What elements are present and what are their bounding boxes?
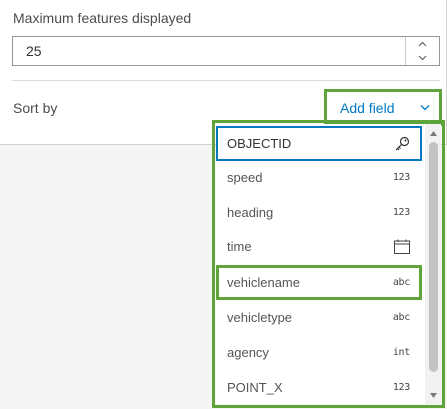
field-name: OBJECTID (227, 136, 292, 151)
add-field-label: Add field (340, 99, 395, 116)
calendar-icon (394, 239, 410, 254)
field-item-heading[interactable]: heading 123 (216, 195, 422, 230)
triangle-down-icon (429, 392, 437, 398)
key-icon (394, 136, 410, 152)
add-field-button[interactable]: Add field (329, 93, 438, 122)
number-type-icon: 123 (392, 172, 410, 183)
max-features-label: Maximum features displayed (13, 10, 192, 26)
dropdown-scrollbar[interactable] (425, 124, 441, 404)
scroll-up-arrow[interactable] (425, 126, 441, 140)
field-item-point-x[interactable]: POINT_X 123 (216, 370, 422, 404)
field-item-speed[interactable]: speed 123 (216, 160, 422, 195)
section-divider (12, 80, 440, 81)
field-name: vehicletype (227, 310, 293, 325)
field-name: agency (227, 345, 269, 360)
max-features-stepper[interactable] (405, 37, 439, 65)
sort-by-label: Sort by (13, 100, 58, 116)
string-type-icon: abc (392, 277, 410, 288)
triangle-up-icon (429, 130, 437, 136)
max-features-value[interactable]: 25 (26, 43, 42, 59)
integer-type-icon: int (392, 347, 410, 358)
max-features-input[interactable]: 25 (12, 36, 440, 66)
field-item-objectid[interactable]: OBJECTID (216, 126, 422, 161)
field-name: speed (227, 170, 263, 185)
scroll-thumb[interactable] (429, 142, 438, 372)
number-type-icon: 123 (392, 382, 410, 393)
chevron-down-icon (420, 105, 430, 111)
string-type-icon: abc (392, 312, 410, 323)
scroll-down-arrow[interactable] (425, 388, 441, 402)
number-type-icon: 123 (392, 207, 410, 218)
chevron-down-icon (418, 55, 427, 61)
field-item-vehiclename[interactable]: vehiclename abc (216, 265, 422, 300)
field-item-vehicletype[interactable]: vehicletype abc (216, 300, 422, 335)
field-item-agency[interactable]: agency int (216, 335, 422, 370)
field-item-time[interactable]: time (216, 229, 422, 264)
field-name: heading (227, 205, 274, 220)
chevron-up-icon (418, 41, 427, 47)
field-name: vehiclename (227, 275, 300, 290)
field-dropdown-list[interactable]: OBJECTID speed 123 heading 123 time vehi… (216, 124, 441, 404)
decrement-button[interactable] (406, 51, 439, 65)
increment-button[interactable] (406, 37, 439, 51)
field-name: time (227, 239, 252, 254)
field-name: POINT_X (227, 380, 283, 395)
